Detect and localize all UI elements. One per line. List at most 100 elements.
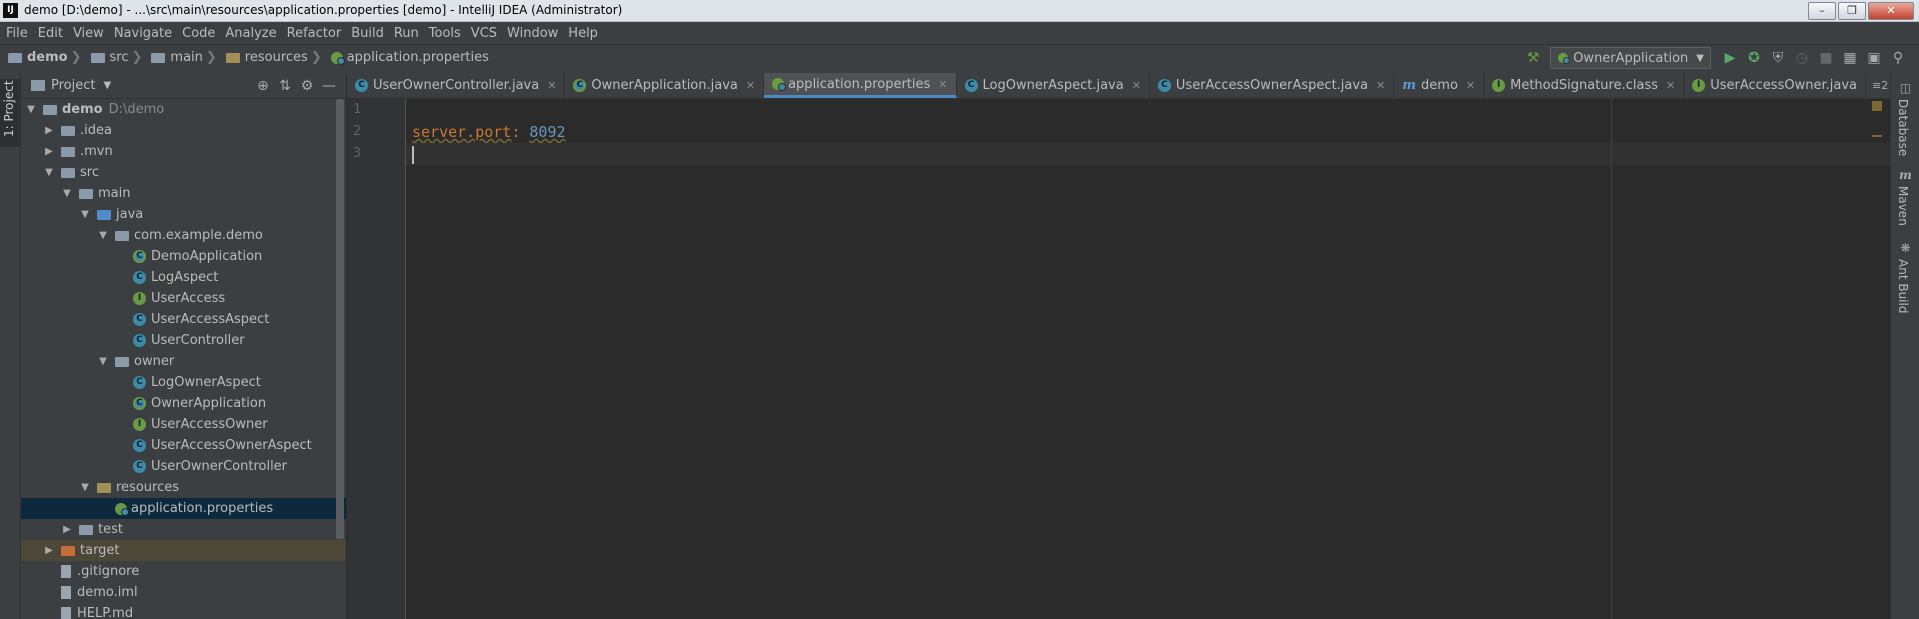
menu-window[interactable]: Window xyxy=(501,26,562,41)
editor-tab[interactable]: C UserAccessOwnerAspect.java ✕ xyxy=(1150,73,1395,98)
breadcrumb-main[interactable]: main ❯ xyxy=(151,50,221,65)
menu-build[interactable]: Build xyxy=(345,26,388,41)
sdk-icon[interactable]: ▣ xyxy=(1863,47,1885,69)
close-tab-icon[interactable]: ✕ xyxy=(1132,79,1141,92)
tree-item[interactable]: ▶HELP.md xyxy=(21,603,346,619)
code-area[interactable]: server.port: 8092 xyxy=(406,99,1890,619)
tree-item[interactable]: ▶CUserController xyxy=(21,330,346,351)
debug-icon[interactable]: ✪ xyxy=(1743,47,1765,69)
tree-item[interactable]: ▶ target xyxy=(21,540,346,561)
project-tree-scrollbar[interactable] xyxy=(336,99,344,539)
project-tool-tab[interactable]: 1: Project xyxy=(0,79,20,147)
menu-refactor[interactable]: Refactor xyxy=(281,26,346,41)
tree-item[interactable]: ▶ test xyxy=(21,519,346,540)
tree-item[interactable]: ▶CLogOwnerAspect xyxy=(21,372,346,393)
maximize-button[interactable]: ❐ xyxy=(1838,2,1866,20)
maven-tool-tab[interactable]: m Maven xyxy=(1891,168,1919,228)
build-hammer-icon[interactable]: ⚒ xyxy=(1522,47,1544,69)
close-tab-icon[interactable]: ✕ xyxy=(746,79,755,92)
tree-item[interactable]: ▼ java xyxy=(21,204,346,225)
collapsed-arrow-icon[interactable]: ▶ xyxy=(43,545,55,556)
menu-vcs[interactable]: VCS xyxy=(465,26,501,41)
tree-item[interactable]: ▼ main xyxy=(21,183,346,204)
close-button[interactable]: ✕ xyxy=(1868,2,1914,20)
collapsed-arrow-icon[interactable]: ▶ xyxy=(43,146,55,157)
tree-item[interactable]: ▼ com.example.demo xyxy=(21,225,346,246)
breadcrumb-application-properties[interactable]: application.properties xyxy=(330,50,489,65)
hide-icon[interactable]: — xyxy=(318,76,340,96)
expanded-arrow-icon[interactable]: ▼ xyxy=(61,188,73,199)
editor-tab[interactable]: m demo ✕ xyxy=(1394,73,1485,98)
expanded-arrow-icon[interactable]: ▼ xyxy=(97,356,109,367)
warning-stripe-icon[interactable] xyxy=(1872,101,1882,111)
menu-file[interactable]: File xyxy=(0,26,32,41)
breadcrumb-resources[interactable]: resources ❯ xyxy=(225,50,327,65)
menu-navigate[interactable]: Navigate xyxy=(108,26,176,41)
gear-icon[interactable]: ⚙ xyxy=(296,76,318,96)
close-tab-icon[interactable]: ✕ xyxy=(1376,79,1385,92)
expanded-arrow-icon[interactable]: ▼ xyxy=(97,230,109,241)
close-tab-icon[interactable]: ✕ xyxy=(1666,79,1675,92)
close-tab-icon[interactable]: ✕ xyxy=(938,78,947,91)
target-icon[interactable]: ⊕ xyxy=(252,76,274,96)
breadcrumb-src[interactable]: src ❯ xyxy=(90,50,148,65)
close-tab-icon[interactable]: ✕ xyxy=(1466,79,1475,92)
breadcrumb-demo[interactable]: demo ❯ xyxy=(8,50,87,65)
run-configuration-dropdown[interactable]: OwnerApplication ▼ xyxy=(1550,47,1711,69)
editor-tab[interactable]: I MethodSignature.class ✕ xyxy=(1484,73,1685,98)
menu-code[interactable]: Code xyxy=(176,26,219,41)
tree-item[interactable]: ▼ owner xyxy=(21,351,346,372)
tree-item[interactable]: ▶application.properties xyxy=(21,498,346,519)
profile-icon[interactable]: ◷ xyxy=(1791,47,1813,69)
tree-item[interactable]: ▼ demo D:\demo xyxy=(21,99,346,120)
collapse-icon[interactable]: ⇅ xyxy=(274,76,296,96)
tree-item[interactable]: ▼ resources xyxy=(21,477,346,498)
tree-item[interactable]: ▶IUserAccess xyxy=(21,288,346,309)
minimize-button[interactable]: – xyxy=(1808,2,1836,20)
expanded-arrow-icon[interactable]: ▼ xyxy=(43,167,55,178)
current-code-line[interactable] xyxy=(406,143,1890,165)
menu-help[interactable]: Help xyxy=(562,26,602,41)
error-stripe-marker[interactable] xyxy=(1872,135,1882,137)
editor-tab[interactable]: C LogOwnerAspect.java ✕ xyxy=(957,73,1150,98)
tab-overflow-button[interactable]: ≡2 xyxy=(1866,73,1890,98)
editor-tab[interactable]: I UserAccessOwner.java xyxy=(1684,73,1866,98)
collapsed-arrow-icon[interactable]: ▶ xyxy=(43,125,55,136)
run-icon[interactable]: ▶ xyxy=(1719,47,1741,69)
expanded-arrow-icon[interactable]: ▼ xyxy=(79,209,91,220)
tree-item[interactable]: ▶CUserOwnerController xyxy=(21,456,346,477)
tree-item[interactable]: ▼ src xyxy=(21,162,346,183)
coverage-icon[interactable]: ⛨ xyxy=(1767,47,1789,69)
close-tab-icon[interactable]: ✕ xyxy=(547,79,556,92)
tree-item[interactable]: ▶CUserAccessOwnerAspect xyxy=(21,435,346,456)
editor[interactable]: 1 2 3 server.port: 8092 xyxy=(347,99,1890,619)
ant-build-tool-tab[interactable]: ❋ Ant Build xyxy=(1891,241,1919,321)
collapsed-arrow-icon[interactable]: ▶ xyxy=(61,524,73,535)
code-line[interactable] xyxy=(406,99,1890,121)
tree-item[interactable]: ▶ .mvn xyxy=(21,141,346,162)
tree-item[interactable]: ▶IUserAccessOwner xyxy=(21,414,346,435)
tree-item[interactable]: ▶.gitignore xyxy=(21,561,346,582)
tree-item[interactable]: ▶CLogAspect xyxy=(21,267,346,288)
project-structure-icon[interactable]: ▦ xyxy=(1839,47,1861,69)
expanded-arrow-icon[interactable]: ▼ xyxy=(79,482,91,493)
tree-item[interactable]: ▶CUserAccessAspect xyxy=(21,309,346,330)
editor-tab[interactable]: application.properties ✕ xyxy=(764,73,957,98)
menu-view[interactable]: View xyxy=(67,26,108,41)
editor-tab[interactable]: C UserOwnerController.java ✕ xyxy=(347,73,566,98)
project-view-selector[interactable]: Project ▼ xyxy=(31,78,111,93)
tree-item[interactable]: ▶COwnerApplication xyxy=(21,393,346,414)
menu-run[interactable]: Run xyxy=(388,26,423,41)
code-line[interactable]: server.port: 8092 xyxy=(406,121,1890,143)
tree-item[interactable]: ▶CDemoApplication xyxy=(21,246,346,267)
menu-edit[interactable]: Edit xyxy=(32,26,67,41)
expanded-arrow-icon[interactable]: ▼ xyxy=(25,104,37,115)
stop-icon[interactable]: ■ xyxy=(1815,47,1837,69)
search-everywhere-icon[interactable]: ⚲ xyxy=(1887,47,1909,69)
menu-analyze[interactable]: Analyze xyxy=(219,26,280,41)
menu-tools[interactable]: Tools xyxy=(423,26,465,41)
database-tool-tab[interactable]: ◫ Database xyxy=(1891,81,1919,161)
editor-tab[interactable]: C OwnerApplication.java ✕ xyxy=(565,73,765,98)
tree-item[interactable]: ▶ .idea xyxy=(21,120,346,141)
tree-item[interactable]: ▶demo.iml xyxy=(21,582,346,603)
